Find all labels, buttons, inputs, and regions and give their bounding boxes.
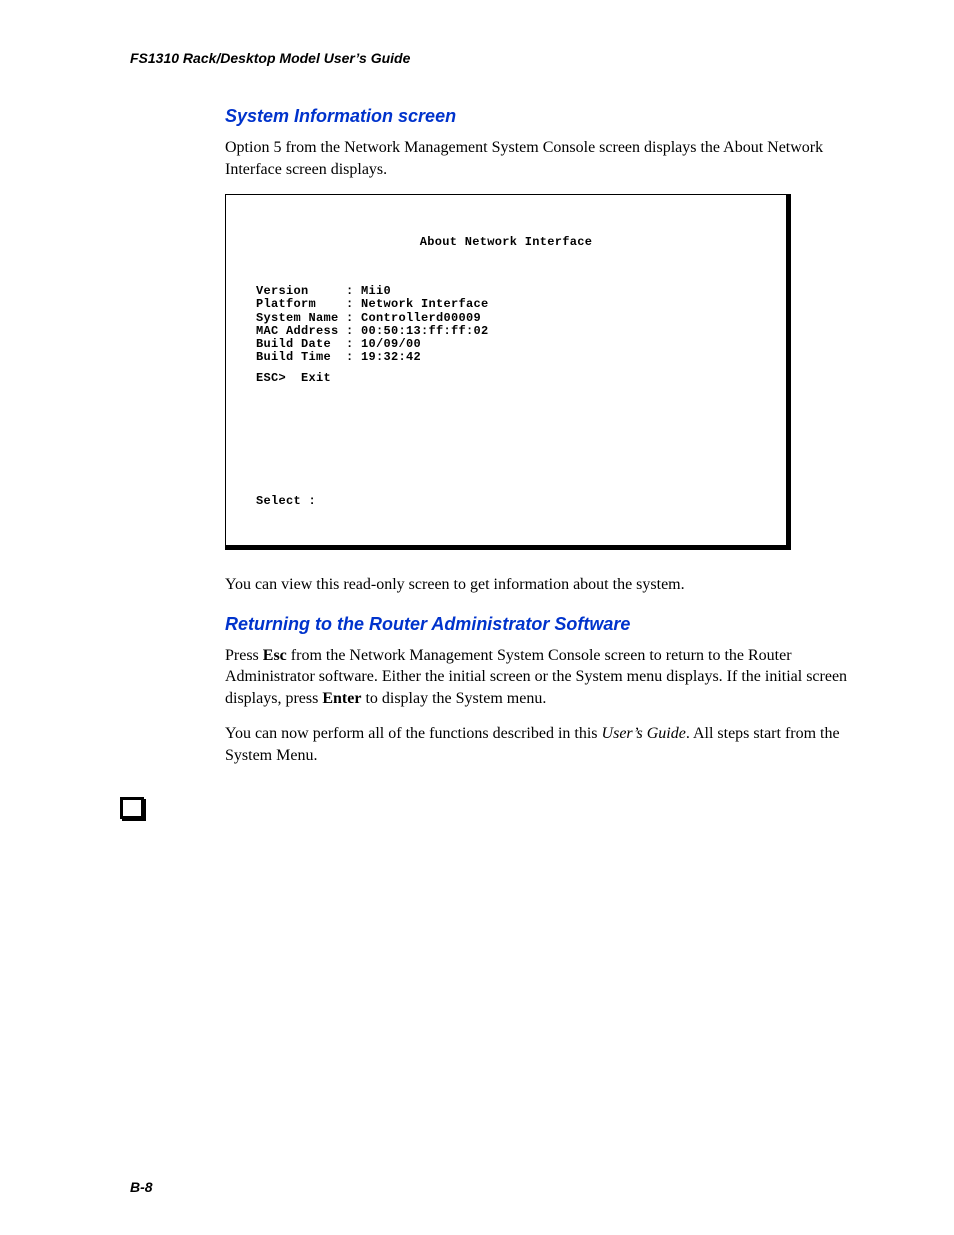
paragraph: Press Esc from the Network Management Sy… [225,645,854,710]
term-row: MAC Address : 00:50:13:ff:ff:02 [256,324,489,338]
term-value: 19:32:42 [361,350,421,364]
end-of-section-icon [120,797,144,819]
paragraph: You can now perform all of the functions… [225,723,854,766]
main-content: System Information screen Option 5 from … [225,106,854,767]
term-label: MAC Address [256,324,339,338]
term-label: System Name [256,311,339,325]
page-number: B-8 [130,1179,153,1195]
term-value: 10/09/00 [361,337,421,351]
text-run: You can now perform all of the functions… [225,725,602,742]
term-select-line: Select : [256,494,316,508]
text-run: Press [225,647,263,664]
emphasis-users-guide: User’s Guide [602,725,686,742]
term-value: Controllerd00009 [361,311,481,325]
paragraph: Option 5 from the Network Management Sys… [225,137,854,180]
term-row: System Name : Controllerd00009 [256,311,481,325]
document-page: FS1310 Rack/Desktop Model User’s Guide S… [0,0,954,1235]
term-row: Build Time : 19:32:42 [256,350,421,364]
heading-returning: Returning to the Router Administrator So… [225,614,854,635]
heading-system-information: System Information screen [225,106,854,127]
text-run: to display the System menu. [361,690,546,707]
term-value: 00:50:13:ff:ff:02 [361,324,489,338]
term-row: Platform : Network Interface [256,297,489,311]
terminal-title: About Network Interface [246,236,766,249]
term-label: Build Time [256,350,331,364]
paragraph: You can view this read-only screen to ge… [225,574,854,596]
key-esc: Esc [263,647,287,664]
term-label: Build Date [256,337,331,351]
terminal-body: Version : Mii0 Platform : Network Interf… [256,285,766,509]
term-value: Network Interface [361,297,489,311]
term-row: Version : Mii0 [256,284,391,298]
key-enter: Enter [322,690,361,707]
term-esc-line: ESC> Exit [256,371,331,385]
term-row: Build Date : 10/09/00 [256,337,421,351]
terminal-screenshot: About Network Interface Version : Mii0 P… [225,194,791,550]
terminal-content: About Network Interface Version : Mii0 P… [226,195,786,545]
running-header: FS1310 Rack/Desktop Model User’s Guide [130,50,854,66]
term-label: Version [256,284,309,298]
term-label: Platform [256,297,316,311]
term-value: Mii0 [361,284,391,298]
